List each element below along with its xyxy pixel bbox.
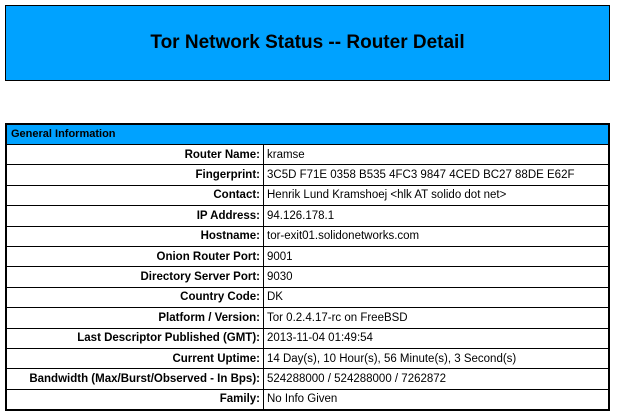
page-header: Tor Network Status -- Router Detail [5,5,610,81]
section-title: General Information [7,125,608,145]
router-name-value: kramse [263,145,608,166]
table-row: IP Address: 94.126.178.1 [7,205,608,227]
table-row: Current Uptime: 14 Day(s), 10 Hour(s), 5… [7,347,608,370]
table-row: Hostname: tor-exit01.solidonetworks.com [7,225,608,247]
table-row: Country Code: DK [7,286,608,309]
table-row: Family: No Info Given [7,388,608,410]
router-name-label: Router Name: [7,145,264,166]
last-descriptor-value: 2013-11-04 01:49:54 [263,327,608,349]
current-uptime-value: 14 Day(s), 10 Hour(s), 56 Minute(s), 3 S… [263,347,608,370]
family-label: Family: [7,388,264,410]
bandwidth-value: 524288000 / 524288000 / 7262872 [263,368,608,390]
fingerprint-value: 3C5D F71E 0358 B535 4FC3 9847 4CED BC27 … [263,164,608,186]
table-row: Directory Server Port: 9030 [7,266,608,288]
hostname-value: tor-exit01.solidonetworks.com [263,225,608,247]
table-row: Contact: Henrik Lund Kramshoej <hlk AT s… [7,184,608,207]
table-row: Onion Router Port: 9001 [7,245,608,268]
table-row: Bandwidth (Max/Burst/Observed - In Bps):… [7,368,608,390]
platform-version-value: Tor 0.2.4.17-rc on FreeBSD [263,307,608,329]
fingerprint-label: Fingerprint: [7,164,264,186]
platform-version-label: Platform / Version: [7,307,264,329]
ip-address-label: IP Address: [7,205,264,227]
router-detail-table: Router Name: kramse Fingerprint: 3C5D F7… [7,145,608,410]
general-information-panel: General Information Router Name: kramse … [5,123,610,412]
last-descriptor-label: Last Descriptor Published (GMT): [7,327,264,349]
contact-value: Henrik Lund Kramshoej <hlk AT solido dot… [263,184,608,207]
table-row: Last Descriptor Published (GMT): 2013-11… [7,327,608,349]
country-code-value: DK [263,286,608,309]
onion-router-port-value: 9001 [263,245,608,268]
country-code-label: Country Code: [7,286,264,309]
ip-address-value: 94.126.178.1 [263,205,608,227]
onion-router-port-label: Onion Router Port: [7,245,264,268]
table-row: Platform / Version: Tor 0.2.4.17-rc on F… [7,307,608,329]
page-title: Tor Network Status -- Router Detail [150,32,465,53]
bandwidth-label: Bandwidth (Max/Burst/Observed - In Bps): [7,368,264,390]
table-row: Router Name: kramse [7,145,608,166]
table-row: Fingerprint: 3C5D F71E 0358 B535 4FC3 98… [7,164,608,186]
directory-server-port-label: Directory Server Port: [7,266,264,288]
current-uptime-label: Current Uptime: [7,347,264,370]
contact-label: Contact: [7,184,264,207]
hostname-label: Hostname: [7,225,264,247]
directory-server-port-value: 9030 [263,266,608,288]
family-value: No Info Given [263,388,608,410]
